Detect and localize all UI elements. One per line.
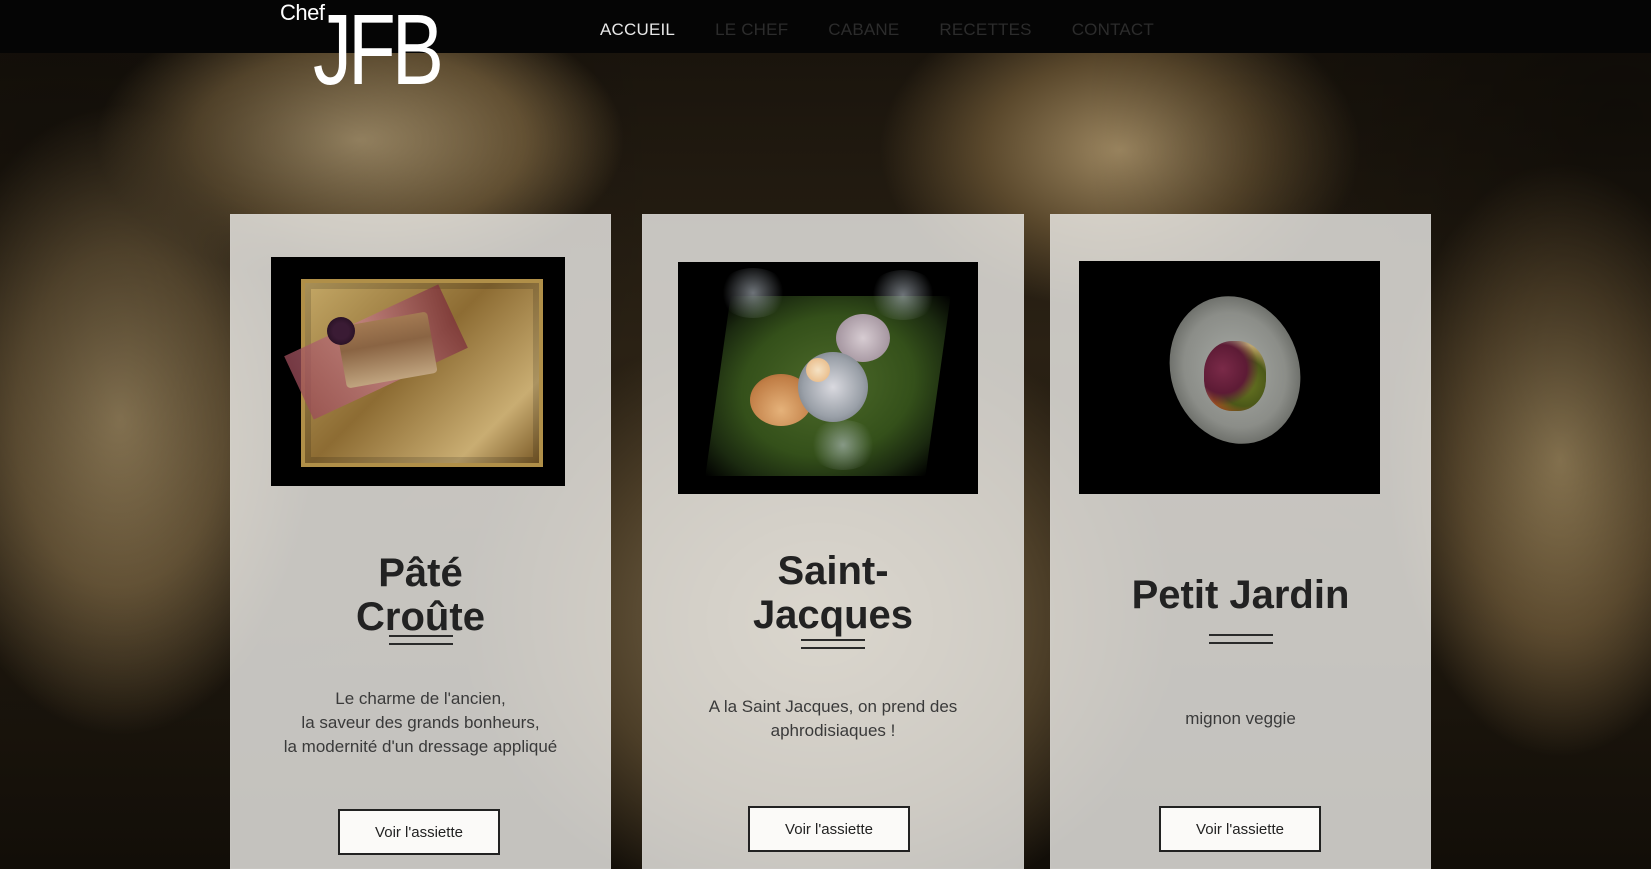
dish-description: Le charme de l'ancien, la saveur des gra…	[283, 689, 558, 756]
nav-item-cabane[interactable]: CABANE	[828, 20, 899, 40]
dish-title: Pâté Croûte	[356, 551, 485, 640]
dish-description: A la Saint Jacques, on prend des aphrodi…	[708, 697, 958, 740]
nav-item-accueil[interactable]: ACCUEIL	[600, 20, 675, 40]
dish-title: Petit Jardin	[1131, 573, 1350, 618]
veggie-dish	[1204, 341, 1266, 411]
nav-item-contact[interactable]: CONTACT	[1072, 20, 1154, 40]
main-nav: ACCUEIL LE CHEF CABANE RECETTES CONTACT	[600, 20, 1154, 40]
petit-jardin-image	[1079, 261, 1380, 494]
smoke-puff	[718, 268, 788, 318]
voir-assiette-button[interactable]: Voir l'assiette	[1159, 806, 1321, 852]
dish-photo-pate-croute[interactable]	[271, 257, 565, 486]
dish-photo-saint-jacques[interactable]	[678, 262, 978, 494]
voir-assiette-button[interactable]: Voir l'assiette	[338, 809, 500, 855]
dish-card-pate-croute: Pâté Croûte Le charme de l'ancien, la sa…	[230, 214, 611, 869]
nav-item-recettes[interactable]: RECETTES	[939, 20, 1031, 40]
pate-croute-image	[271, 257, 565, 486]
dish-card-petit-jardin: Petit Jardin mignon veggie Voir l'assiet…	[1050, 214, 1431, 869]
dish-description: mignon veggie	[1185, 709, 1296, 728]
chef-jfb-logo[interactable]: Chef JFB	[280, 0, 480, 120]
voir-assiette-button[interactable]: Voir l'assiette	[748, 806, 910, 852]
smoke-puff	[868, 270, 938, 320]
dish-photo-petit-jardin[interactable]	[1079, 261, 1380, 494]
dish-card-saint-jacques: Saint- Jacques A la Saint Jacques, on pr…	[642, 214, 1024, 869]
nav-item-le-chef[interactable]: LE CHEF	[715, 20, 788, 40]
scallop-meat	[806, 358, 830, 382]
title-divider	[801, 639, 865, 649]
logo-jfb-text: JFB	[313, 0, 444, 106]
title-divider	[1208, 634, 1273, 644]
smoke-puff	[808, 420, 878, 470]
pate-berries	[327, 317, 355, 345]
saint-jacques-image	[678, 262, 978, 494]
title-divider	[388, 635, 453, 645]
homepage: Chef JFB ACCUEIL LE CHEF CABANE RECETTES…	[0, 0, 1651, 869]
dish-title: Saint- Jacques	[752, 549, 914, 638]
